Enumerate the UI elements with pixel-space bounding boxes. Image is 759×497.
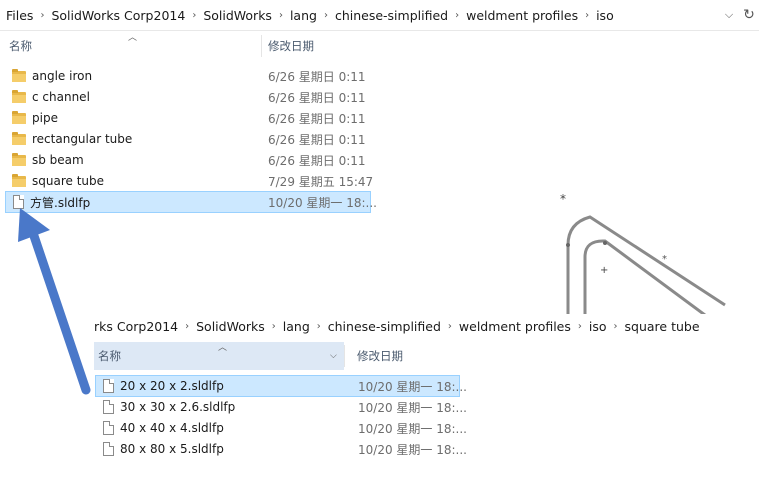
file-name: 40 x 40 x 4.sldlfp — [120, 421, 224, 435]
breadcrumb-chinese-simplified[interactable]: chinese-simplified — [335, 8, 448, 23]
breadcrumb-iso[interactable]: iso — [596, 8, 614, 23]
file-date: 10/20 星期一 18:... — [358, 421, 467, 436]
file-date: 6/26 星期日 0:11 — [268, 111, 366, 126]
file-date: 10/20 星期一 18:... — [358, 400, 467, 415]
file-list-row[interactable]: square tube 7/29 星期五 15:47 — [6, 171, 374, 191]
file-list-row[interactable]: 40 x 40 x 4.sldlfp 10/20 星期一 18:... — [96, 418, 467, 438]
file-date: 10/20 星期一 18:... — [358, 379, 467, 394]
svg-text:*: * — [662, 254, 667, 265]
breadcrumb-lang[interactable]: lang — [283, 319, 310, 334]
breadcrumb-separator-icon: › — [40, 9, 45, 21]
file-date: 6/26 星期日 0:11 — [268, 90, 366, 105]
breadcrumb-separator-icon: › — [323, 9, 328, 21]
file-date: 6/26 星期日 0:11 — [268, 132, 366, 147]
breadcrumb-separator-icon: › — [192, 9, 197, 21]
file-name: sb beam — [32, 153, 84, 167]
breadcrumb-iso[interactable]: iso — [589, 319, 607, 334]
file-list-row[interactable]: 20 x 20 x 2.sldlfp 10/20 星期一 18:... — [95, 375, 467, 397]
refresh-icon[interactable]: ↻ — [740, 6, 758, 24]
file-name: 30 x 30 x 2.6.sldlfp — [120, 400, 236, 414]
folder-icon — [12, 89, 26, 103]
explorer-window-square-tube: rks Corp2014 › SolidWorks › lang › chine… — [94, 314, 759, 497]
breadcrumb-separator-icon: › — [577, 320, 582, 332]
address-bar[interactable]: Files › SolidWorks Corp2014 › SolidWorks… — [0, 0, 759, 31]
file-name: angle iron — [32, 69, 93, 83]
file-list-row[interactable]: c channel 6/26 星期日 0:11 — [6, 87, 370, 107]
file-icon — [103, 421, 114, 435]
file-date: 10/20 星期一 18:... — [268, 195, 377, 210]
breadcrumb-weldment-profiles[interactable]: weldment profiles — [459, 319, 571, 334]
breadcrumb-separator-icon: › — [316, 320, 321, 332]
breadcrumb-separator-icon: › — [613, 320, 618, 332]
blue-arrow — [18, 208, 91, 395]
folder-icon — [12, 152, 26, 166]
breadcrumb-separator-icon: › — [185, 320, 190, 332]
file-list-row[interactable]: sb beam 6/26 星期日 0:11 — [6, 150, 370, 170]
chevron-down-icon[interactable]: ⌵ — [720, 6, 738, 24]
breadcrumb-solidworks-corp[interactable]: rks Corp2014 — [94, 319, 178, 334]
sort-caret-up-icon: ︿ — [128, 33, 138, 43]
column-header-date[interactable]: 修改日期 — [268, 38, 314, 54]
file-name: square tube — [32, 174, 105, 188]
column-header-date-cell[interactable]: 修改日期 — [344, 342, 459, 370]
file-date: 6/26 星期日 0:11 — [268, 153, 366, 168]
file-list-row[interactable]: rectangular tube 6/26 星期日 0:11 — [6, 129, 370, 149]
column-header-row: 名称 ︿ 修改日期 — [0, 32, 372, 60]
breadcrumb-separator-icon: › — [447, 320, 452, 332]
column-header-date[interactable]: 修改日期 — [357, 348, 403, 364]
folder-icon — [12, 68, 26, 82]
breadcrumb-weldment-profiles[interactable]: weldment profiles — [466, 8, 578, 23]
file-name: rectangular tube — [32, 132, 133, 146]
breadcrumb-solidworks-corp[interactable]: SolidWorks Corp2014 — [51, 8, 185, 23]
file-list-row[interactable]: pipe 6/26 星期日 0:11 — [6, 108, 370, 128]
breadcrumb-separator-icon: › — [271, 320, 276, 332]
column-header-name-cell[interactable]: 名称 ︿ ⌵ — [94, 342, 344, 370]
folder-icon — [12, 173, 26, 187]
svg-text:+: + — [600, 265, 608, 276]
breadcrumb-solidworks[interactable]: SolidWorks — [196, 319, 265, 334]
sort-caret-up-icon: ︿ — [218, 343, 228, 353]
file-name: c channel — [32, 90, 90, 104]
breadcrumb-lang[interactable]: lang — [290, 8, 317, 23]
file-icon — [103, 400, 114, 414]
address-bar[interactable]: rks Corp2014 › SolidWorks › lang › chine… — [94, 314, 759, 338]
chevron-down-icon[interactable]: ⌵ — [330, 351, 337, 361]
file-date: 10/20 星期一 18:... — [358, 442, 467, 457]
file-list-row[interactable]: 80 x 80 x 5.sldlfp 10/20 星期一 18:... — [96, 439, 467, 459]
file-name: 20 x 20 x 2.sldlfp — [120, 379, 224, 393]
file-icon — [103, 379, 114, 393]
file-date: 7/29 星期五 15:47 — [268, 174, 374, 189]
breadcrumb-separator-icon: › — [455, 9, 460, 21]
file-name: 80 x 80 x 5.sldlfp — [120, 442, 224, 456]
breadcrumb-separator-icon: › — [585, 9, 590, 21]
file-date: 6/26 星期日 0:11 — [268, 69, 366, 84]
breadcrumb-chinese-simplified[interactable]: chinese-simplified — [328, 319, 441, 334]
svg-text:*: * — [560, 192, 566, 206]
file-list-row[interactable]: 30 x 30 x 2.6.sldlfp 10/20 星期一 18:... — [96, 397, 467, 417]
column-divider[interactable] — [261, 35, 262, 57]
breadcrumb-files[interactable]: Files — [0, 8, 33, 23]
column-divider[interactable] — [344, 345, 345, 367]
column-header-name[interactable]: 名称 — [9, 38, 32, 54]
breadcrumb-solidworks[interactable]: SolidWorks — [203, 8, 272, 23]
column-header-name[interactable]: 名称 — [98, 348, 121, 364]
file-icon — [103, 442, 114, 456]
folder-icon — [12, 110, 26, 124]
file-name: pipe — [32, 111, 58, 125]
breadcrumb-square-tube[interactable]: square tube — [625, 319, 700, 334]
breadcrumb-separator-icon: › — [278, 9, 283, 21]
folder-icon — [12, 131, 26, 145]
file-list-row[interactable]: angle iron 6/26 星期日 0:11 — [6, 66, 370, 86]
